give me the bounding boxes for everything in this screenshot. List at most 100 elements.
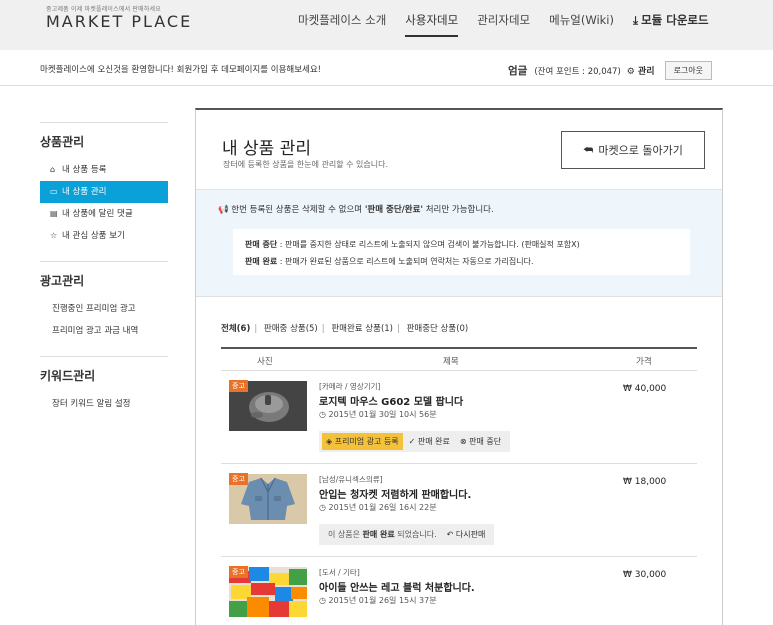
- home-icon: ⌂: [50, 165, 56, 174]
- product-price: ₩ 30,000: [623, 570, 667, 580]
- sidebar-title: 광고관리: [40, 274, 85, 288]
- product-date: ◷ 2015년 01월 26일 15시 37분: [319, 595, 437, 606]
- sidebar-item-keyword-alerts[interactable]: 장터 키워드 알림 설정: [40, 393, 168, 415]
- admin-link[interactable]: ⚙ 관리: [627, 64, 655, 77]
- product-price: ₩ 18,000: [623, 477, 667, 487]
- sold-note: 이 상품은 판매 완료 되었습니다.: [322, 529, 443, 540]
- sidebar-item-ad-billing[interactable]: 프리미엄 광고 과금 내역: [40, 320, 168, 342]
- sold-note-text: 이 상품은: [328, 530, 363, 539]
- product-title[interactable]: 안입는 청자켓 저렴하게 판매합니다.: [319, 486, 471, 501]
- notice-stop-text: : 판매를 중지한 상태로 리스트에 노출되지 않으며 검색이 불가능합니다. …: [277, 240, 580, 249]
- sidebar-item-label: 내 상품에 달린 댓글: [62, 209, 133, 219]
- nav-download[interactable]: ⤓ 모듈 다운로드: [633, 12, 709, 37]
- page-title: 내 상품 관리: [222, 139, 312, 159]
- clock-icon: ◷: [319, 410, 326, 419]
- mark-sold-label: 판매 완료: [417, 437, 450, 446]
- filter-sold[interactable]: 판매완료 상품(1): [331, 324, 393, 334]
- mark-sold-button[interactable]: ✓ 판매 완료: [405, 433, 454, 450]
- sidebar-item-label: 내 상품 등록: [62, 165, 107, 175]
- product-price: ₩ 40,000: [623, 384, 667, 394]
- page-subtitle: 장터에 등록한 상품을 한눈에 관리할 수 있습니다.: [223, 160, 388, 169]
- admin-label: 관리: [638, 67, 655, 77]
- notice-text: 처리만 가능합니다.: [423, 205, 494, 215]
- nav-user-demo[interactable]: 사용자데모: [405, 12, 459, 37]
- resell-label: 다시판매: [455, 530, 486, 539]
- product-category: [도서 / 기타]: [319, 568, 360, 577]
- main-header: 내 상품 관리 장터에 등록한 상품을 한눈에 관리할 수 있습니다. ⮪ 마켓으…: [196, 110, 722, 190]
- sidebar-item-manage[interactable]: ▭ 내 상품 관리: [40, 181, 168, 203]
- table-header: 사진 제목 가격: [221, 347, 697, 371]
- cancel-circle-icon: ⊗: [459, 437, 467, 446]
- sidebar: 상품관리 ⌂ 내 상품 등록 ▭ 내 상품 관리 ▤ 내 상품에 달린 댓글 ☆ 내 관…: [40, 122, 168, 429]
- product-date: ◷ 2015년 01월 26일 16시 22분: [319, 502, 437, 513]
- user-name[interactable]: 엄글: [508, 63, 527, 78]
- notice-stop-label: 판매 중단: [245, 240, 278, 249]
- table-row: 중고 [도서 / 기타] 아이들 안쓰는 레고 블럭 처분합니다. ◷ 2015…: [221, 557, 697, 625]
- used-badge: 중고: [229, 380, 248, 392]
- check-icon: ✓: [408, 437, 416, 446]
- diamond-icon: ◈: [326, 437, 333, 446]
- back-to-market-button[interactable]: ⮪ 마켓으로 돌아가기: [561, 131, 705, 169]
- table-row: 중고 [남성/유니섹스의류] 안입는 청자켓 저렴하게 판매합니다. ◷ 201…: [221, 464, 697, 557]
- sold-status-bar: 이 상품은 판매 완료 되었습니다. ↶ 다시판매: [319, 524, 495, 545]
- stop-sale-label: 판매 중단: [469, 437, 502, 446]
- notice-box: 판매 중단 : 판매를 중지한 상태로 리스트에 노출되지 않으며 검색이 불가…: [233, 229, 690, 275]
- sidebar-item-comments[interactable]: ▤ 내 상품에 달린 댓글: [40, 203, 168, 225]
- product-category: [남성/유니섹스의류]: [319, 475, 383, 484]
- filter-stopped[interactable]: 판매중단 상품(0): [407, 324, 469, 334]
- notice-line: 📢 한번 등록된 상품은 삭제할 수 없으며 '판매 중단/완료' 처리만 가능…: [218, 203, 494, 215]
- sidebar-section-ads: 광고관리 진행중인 프리미엄 광고 프리미엄 광고 과금 내역: [40, 261, 168, 342]
- sidebar-section-keywords: 키워드관리 장터 키워드 알림 설정: [40, 356, 168, 415]
- filter-on-sale[interactable]: 판매중 상품(5): [264, 324, 318, 334]
- sidebar-item-favorites[interactable]: ☆ 내 관심 상품 보기: [40, 225, 168, 247]
- download-icon: ⤓: [633, 13, 639, 27]
- gear-icon: ⚙: [626, 67, 635, 77]
- column-photo: 사진: [257, 357, 273, 367]
- sidebar-item-label: 내 관심 상품 보기: [62, 231, 125, 241]
- sold-note-bold: 판매 완료: [362, 530, 395, 539]
- product-category: [카메라 / 영상기기]: [319, 382, 381, 391]
- product-actions: ◈ 프리미엄 광고 등록 ✓ 판매 완료 ⊗ 판매 중단: [319, 431, 511, 452]
- column-title: 제목: [443, 357, 459, 367]
- sidebar-title: 상품관리: [40, 135, 85, 149]
- star-icon: ☆: [50, 231, 58, 240]
- filter-all[interactable]: 전체(6): [221, 324, 250, 334]
- download-label: 모듈 다운로드: [641, 13, 709, 27]
- notice-complete-label: 판매 완료: [245, 257, 278, 266]
- notice-stop: 판매 중단 : 판매를 중지한 상태로 리스트에 노출되지 않으며 검색이 불가…: [245, 236, 678, 253]
- notice-complete: 판매 완료 : 판매가 완료된 상품으로 리스트에 노출되며 연락처는 자동으로…: [245, 253, 678, 270]
- premium-ad-button[interactable]: ◈ 프리미엄 광고 등록: [322, 433, 403, 450]
- clock-icon: ◷: [319, 596, 326, 605]
- product-title[interactable]: 아이들 안쓰는 레고 블럭 처분합니다.: [319, 579, 475, 594]
- undo-icon: ↶: [446, 530, 454, 539]
- nav-admin-demo[interactable]: 관리자데모: [477, 12, 530, 37]
- logout-button[interactable]: 로그아웃: [664, 61, 713, 80]
- nav-manual[interactable]: 메뉴얼(Wiki): [549, 12, 614, 37]
- clock-icon: ◷: [319, 503, 326, 512]
- product-title[interactable]: 로지텍 마우스 G602 모델 팝니다: [319, 393, 463, 408]
- user-info: 엄글 (잔여 포인트 : 20,047) ⚙ 관리 로그아웃: [508, 61, 713, 80]
- sidebar-item-premium-ads[interactable]: 진행중인 프리미엄 광고: [40, 298, 168, 320]
- nav-intro[interactable]: 마켓플레이스 소개: [298, 12, 386, 37]
- top-nav: 중고제품 이제 마켓플레이스에서 판매하세요 MARKET PLACE 마켓플레…: [0, 0, 773, 50]
- date-text: 2015년 01월 26일 15시 37분: [328, 596, 437, 605]
- date-text: 2015년 01월 30일 10시 56분: [328, 410, 437, 419]
- main-panel: 내 상품 관리 장터에 등록한 상품을 한눈에 관리할 수 있습니다. ⮪ 마켓으…: [195, 108, 723, 625]
- points: (잔여 포인트 : 20,047): [534, 66, 621, 77]
- comment-icon: ▤: [50, 209, 58, 218]
- sold-note-text: 되었습니다.: [394, 530, 437, 539]
- stop-sale-button[interactable]: ⊗ 판매 중단: [456, 433, 505, 450]
- product-date: ◷ 2015년 01월 30일 10시 56분: [319, 409, 437, 420]
- sidebar-title: 키워드관리: [40, 369, 96, 383]
- used-badge: 중고: [229, 473, 248, 485]
- table-row: 중고 [카메라 / 영상기기] 로지텍 마우스 G602 모델 팝니다 ◷ 20…: [221, 371, 697, 464]
- filter-tabs: 전체(6) | 판매중 상품(5) | 판매완료 상품(1) | 판매중단 상품(0): [221, 324, 469, 334]
- date-text: 2015년 01월 26일 16시 22분: [328, 503, 437, 512]
- column-price: 가격: [636, 357, 652, 367]
- resell-button[interactable]: ↶ 다시판매: [443, 526, 490, 543]
- sidebar-section-products: 상품관리 ⌂ 내 상품 등록 ▭ 내 상품 관리 ▤ 내 상품에 달린 댓글 ☆ 내 관…: [40, 122, 168, 247]
- sidebar-item-label: 내 상품 관리: [62, 187, 107, 197]
- sidebar-item-register[interactable]: ⌂ 내 상품 등록: [40, 159, 168, 181]
- logo[interactable]: MARKET PLACE: [46, 12, 192, 31]
- used-badge: 중고: [229, 566, 248, 578]
